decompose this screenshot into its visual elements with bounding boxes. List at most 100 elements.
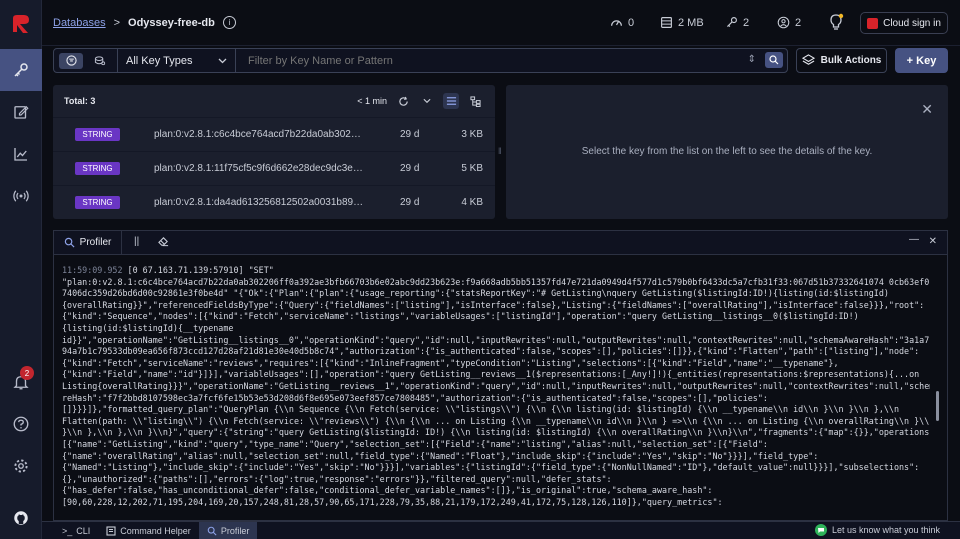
layers-icon — [801, 54, 815, 65]
databases-link[interactable]: Databases — [53, 17, 106, 29]
book-icon — [106, 525, 116, 536]
profiler-scrollbar[interactable] — [936, 391, 939, 421]
command-helper-tab[interactable]: Command Helper — [98, 522, 199, 539]
sort-arrows-icon[interactable]: ⇕ — [748, 54, 756, 65]
key-name: plan:0:v2.8.1:c6c4bce764acd7b22da0ab3022… — [154, 129, 366, 140]
key-icon — [14, 63, 28, 77]
profiler-entry-header: 11:59:09.952 [0 67.163.71.139:57910] "SE… — [62, 265, 930, 277]
profiler-line: {"name":"overallRating","alias":null,"se… — [62, 450, 819, 461]
browser-toolbar: All Key Types ⇕ — [53, 48, 788, 73]
vector-search-button[interactable] — [88, 53, 112, 69]
key-type-badge: STRING — [75, 196, 120, 209]
refresh-button[interactable] — [395, 93, 411, 109]
bulk-actions-label: Bulk Actions — [820, 55, 882, 66]
profiler-line: 94a7b1c79533db09ea656f873ccd127d28af21d8… — [62, 346, 920, 357]
close-profiler-button[interactable]: ✕ — [929, 236, 937, 247]
redis-insight-app: 2 Databases > Odyssey-free-db i 0 2 MB 2… — [0, 0, 960, 539]
profiler-icon — [64, 237, 75, 248]
search-button[interactable] — [765, 52, 783, 68]
settings-nav-item[interactable] — [0, 445, 42, 487]
key-size: 4 KB — [461, 197, 483, 208]
empty-details-message: Select the key from the list on the left… — [581, 146, 873, 157]
profiler-title: Profiler — [79, 237, 112, 248]
key-row[interactable]: STRING plan:0:v2.8.1:da4ad613256812502a0… — [53, 185, 495, 219]
profiler-line: [{"name":"GetListing","kind":"query","ty… — [62, 438, 768, 449]
tree-view-button[interactable] — [467, 93, 483, 109]
clear-button[interactable] — [158, 236, 169, 250]
profiler-bottom-tab[interactable]: Profiler — [198, 521, 258, 539]
key-type-select[interactable]: All Key Types — [118, 49, 236, 72]
profiler-bottom-label: Profiler — [220, 525, 250, 536]
terminal-icon: >_ — [62, 525, 73, 536]
profiler-line: id}}","operationName":"GetListing__listi… — [62, 334, 930, 345]
gauge-icon — [611, 20, 622, 26]
refresh-options-button[interactable] — [419, 93, 435, 109]
chart-icon — [14, 148, 27, 161]
profiler-line: reHash":"f7f2bbd8107598ec3a7fcf6fe15b53e… — [62, 392, 768, 403]
add-key-button[interactable]: + Key — [895, 48, 948, 73]
chevron-down-icon — [218, 58, 227, 63]
analysis-nav-item[interactable] — [0, 133, 42, 175]
feedback-label: Let us know what you think — [831, 525, 940, 535]
key-row[interactable]: STRING plan:0:v2.8.1:11f75cf5c9f6d662e28… — [53, 151, 495, 185]
user-icon — [777, 16, 790, 29]
database-name: Odyssey-free-db — [128, 16, 215, 29]
key-name: plan:0:v2.8.1:11f75cf5c9f6d662e28dec9dc3… — [154, 163, 366, 174]
total-keys: Total: 3 — [64, 96, 96, 106]
profiler-line: [90,60,228,12,202,71,195,204,169,20,157,… — [62, 496, 723, 507]
tree-icon — [469, 95, 481, 107]
cli-label: CLI — [76, 525, 91, 536]
key-type-badge: STRING — [75, 162, 120, 175]
key-filter-input[interactable] — [248, 54, 728, 67]
key-ttl: 29 d — [400, 197, 420, 208]
profiler-line: []}}}]},"formatted_query_plan":"QueryPla… — [62, 404, 900, 415]
cloud-signin-button[interactable]: Cloud sign in — [860, 12, 948, 34]
help-nav-item[interactable] — [0, 403, 42, 445]
profiler-line: "plan:0:v2.8.1:c6c4bce764acd7b22da0ab302… — [62, 276, 930, 287]
cpu-stat: 0 — [610, 16, 634, 29]
edit-icon — [14, 105, 29, 119]
cli-tab[interactable]: >_ CLI — [54, 522, 98, 539]
lightbulb-icon[interactable] — [828, 13, 844, 31]
breadcrumb-separator: > — [113, 16, 121, 29]
pause-button[interactable]: || — [134, 236, 139, 247]
help-icon — [13, 416, 29, 432]
search-icon — [769, 55, 779, 65]
redis-logo-icon[interactable] — [9, 12, 33, 36]
cloud-signin-label: Cloud sign in — [883, 17, 941, 29]
profiler-panel: Profiler || — ✕ 11:59:09.952 [0 67.163.7… — [53, 230, 948, 521]
info-icon[interactable]: i — [222, 16, 236, 29]
filter-area: ⇕ — [238, 49, 786, 72]
key-type-label: All Key Types — [126, 54, 193, 67]
cpu-value: 0 — [628, 16, 635, 29]
profiler-line: Listing{overallRating}}}","operationName… — [62, 380, 930, 391]
pubsub-nav-item[interactable] — [0, 175, 42, 217]
memory-value: 2 MB — [678, 16, 704, 29]
memory-icon — [661, 17, 672, 28]
profiler-tab[interactable]: Profiler — [54, 231, 122, 254]
clients-stat: 2 — [777, 16, 801, 29]
github-nav-item[interactable] — [0, 497, 42, 539]
last-refresh: < 1 min — [357, 96, 387, 106]
workbench-nav-item[interactable] — [0, 91, 42, 133]
notifications-nav-item[interactable]: 2 — [0, 361, 42, 403]
key-details-panel: ✕ Select the key from the list on the le… — [506, 85, 948, 219]
bulk-actions-button[interactable]: Bulk Actions — [796, 48, 887, 73]
list-view-button[interactable] — [443, 93, 459, 109]
profiler-line: {"Named":"Listing"},"include_skip":{"inc… — [62, 462, 920, 473]
browser-nav-item[interactable] — [0, 49, 42, 91]
stack-icon — [94, 56, 105, 66]
profiler-icon — [207, 526, 217, 536]
key-row[interactable]: STRING plan:0:v2.8.1:c6c4bce764acd7b22da… — [53, 117, 495, 151]
minimize-button[interactable]: — — [909, 234, 919, 245]
profiler-header: Profiler || — ✕ — [54, 231, 947, 255]
filter-view-button[interactable] — [59, 52, 84, 69]
panel-resize-handle[interactable]: ‖ — [498, 146, 503, 158]
feedback-link[interactable]: Let us know what you think — [814, 524, 940, 536]
broadcast-icon — [13, 190, 29, 202]
key-size: 3 KB — [461, 129, 483, 140]
keys-value: 2 — [743, 16, 750, 29]
redis-small-logo-icon — [867, 17, 879, 29]
close-details-icon[interactable]: ✕ — [921, 101, 933, 118]
refresh-icon — [398, 96, 408, 106]
